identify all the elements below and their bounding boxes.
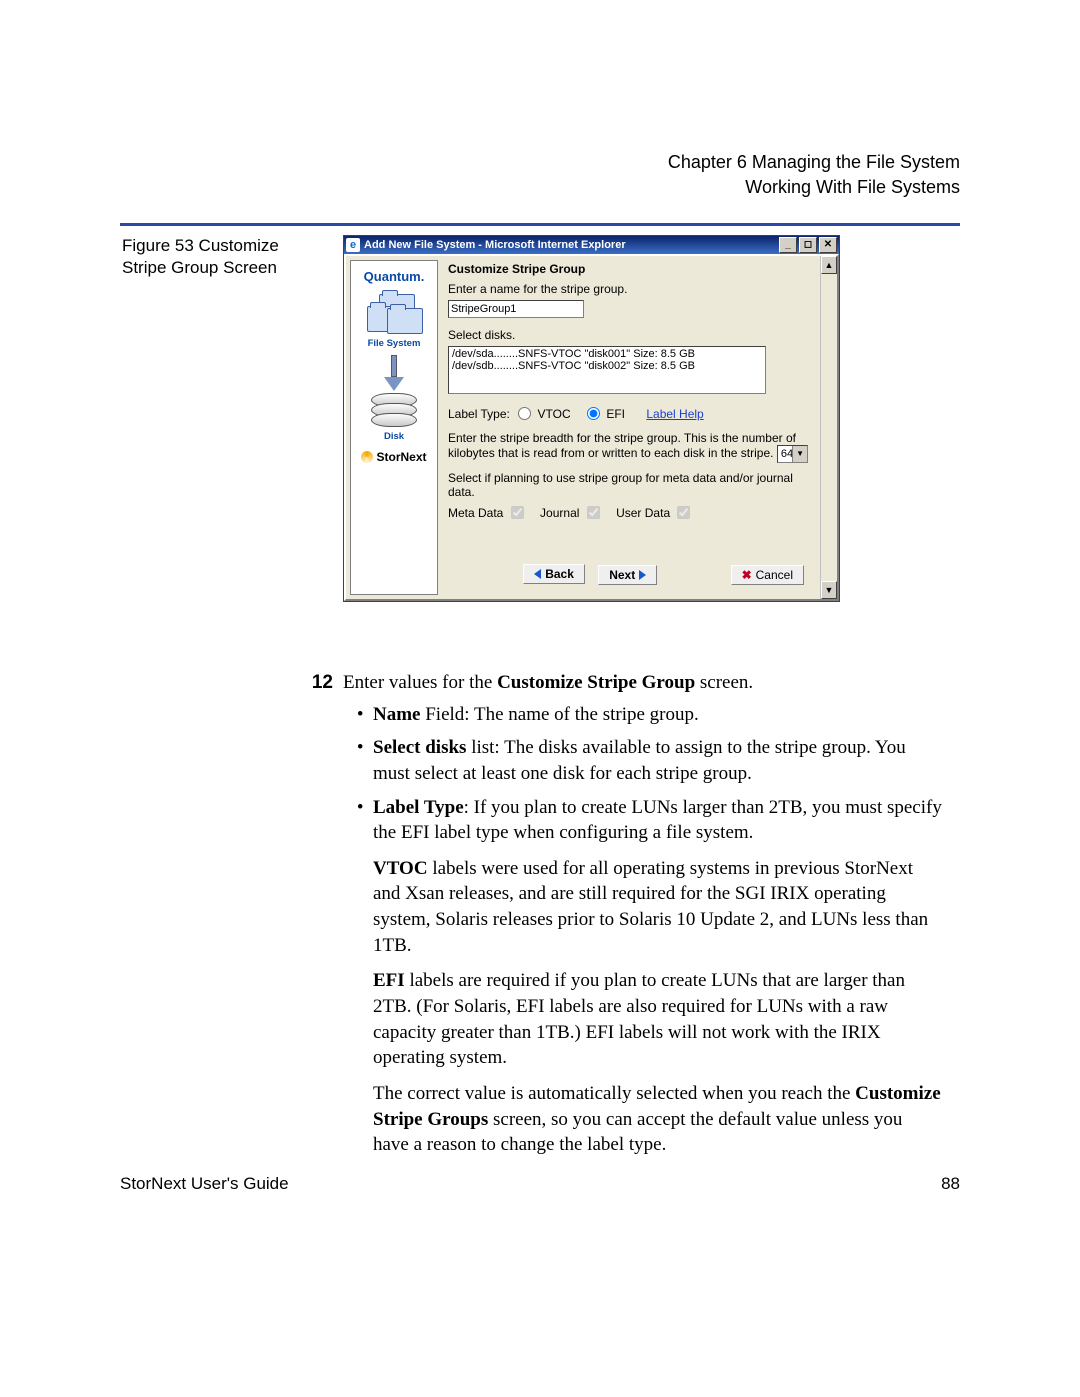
disks-icon [371,393,417,427]
auto-para: The correct value is automatically selec… [373,1081,943,1158]
step-number: 12 [307,670,333,696]
ie-icon: e [346,238,360,252]
meta-label: Meta Data [448,506,503,520]
cancel-button[interactable]: ✖Cancel [731,565,804,585]
breadth-prompt: Enter the stripe breadth for the stripe … [448,431,812,463]
header-rule [120,223,960,226]
step-body: 12 Enter values for the Customize Stripe… [343,670,943,1158]
usage-prompt: Select if planning to use stripe group f… [448,471,812,499]
bullet-name: Name Field: The name of the stripe group… [373,702,943,728]
efi-option[interactable]: EFI [582,407,625,421]
step-intro: Enter values for the Customize Stripe Gr… [343,670,753,696]
folders-icon [367,294,421,334]
label-help-link[interactable]: Label Help [646,407,703,421]
scroll-down-icon[interactable]: ▼ [821,581,837,599]
maximize-button[interactable]: ◻ [799,237,817,253]
ie-titlebar: e Add New File System - Microsoft Intern… [344,236,839,254]
wizard-main: Customize Stripe Group Enter a name for … [438,256,820,599]
quantum-logo: Quantum. [353,269,435,284]
disk-list[interactable]: /dev/sda........SNFS-VTOC "disk001" Size… [448,346,766,394]
journal-checkbox[interactable] [587,506,600,519]
userdata-checkbox[interactable] [677,506,690,519]
vtoc-para: VTOC labels were used for all operating … [373,856,943,959]
wizard-sidebar: Quantum. File System Disk StorNext [350,260,438,595]
scrollbar[interactable]: ▲ ▼ [820,256,837,599]
x-icon: ✖ [742,568,752,582]
meta-checkbox[interactable] [511,506,524,519]
footer-page: 88 [941,1174,960,1194]
bullet-label-type: Label Type: If you plan to create LUNs l… [373,795,943,846]
scroll-up-icon[interactable]: ▲ [821,256,837,274]
section-line: Working With File Systems [120,175,960,200]
footer-left: StorNext User's Guide [120,1174,289,1194]
chevron-down-icon: ▼ [792,446,807,462]
efi-para: EFI labels are required if you plan to c… [373,968,943,1071]
minimize-button[interactable]: _ [779,237,797,253]
select-disks-label: Select disks. [448,328,812,342]
triangle-right-icon [639,570,646,580]
userdata-label: User Data [616,506,670,520]
close-button[interactable]: ✕ [819,237,837,253]
back-button[interactable]: Back [523,564,585,584]
page-header: Chapter 6 Managing the File System Worki… [120,150,960,200]
stripe-group-name-input[interactable] [448,300,584,318]
file-system-label: File System [353,338,435,349]
page-footer: StorNext User's Guide 88 [120,1174,960,1194]
wizard-buttons: Back Next ✖Cancel [448,558,812,595]
stornext-swirl-icon [361,451,373,463]
journal-label: Journal [540,506,579,520]
stornext-text: StorNext [376,450,426,464]
ie-title-text: Add New File System - Microsoft Internet… [364,239,626,251]
bullet-select-disks: Select disks list: The disks available t… [373,735,943,786]
disk-label: Disk [353,431,435,442]
breadth-select[interactable]: 64▼ [777,445,808,463]
chapter-line: Chapter 6 Managing the File System [120,150,960,175]
figure-caption: Figure 53 Customize Stripe Group Screen [122,235,322,279]
vtoc-option[interactable]: VTOC [513,407,570,421]
ie-window: e Add New File System - Microsoft Intern… [343,235,840,602]
stornext-logo: StorNext [353,450,435,464]
label-type-text: Label Type: [448,407,510,421]
name-prompt: Enter a name for the stripe group. [448,282,812,296]
triangle-left-icon [534,569,541,579]
panel-title: Customize Stripe Group [448,262,812,276]
down-arrow-icon [382,355,406,391]
label-type-row: Label Type: VTOC EFI Label Help [448,404,812,421]
next-button[interactable]: Next [598,565,657,585]
